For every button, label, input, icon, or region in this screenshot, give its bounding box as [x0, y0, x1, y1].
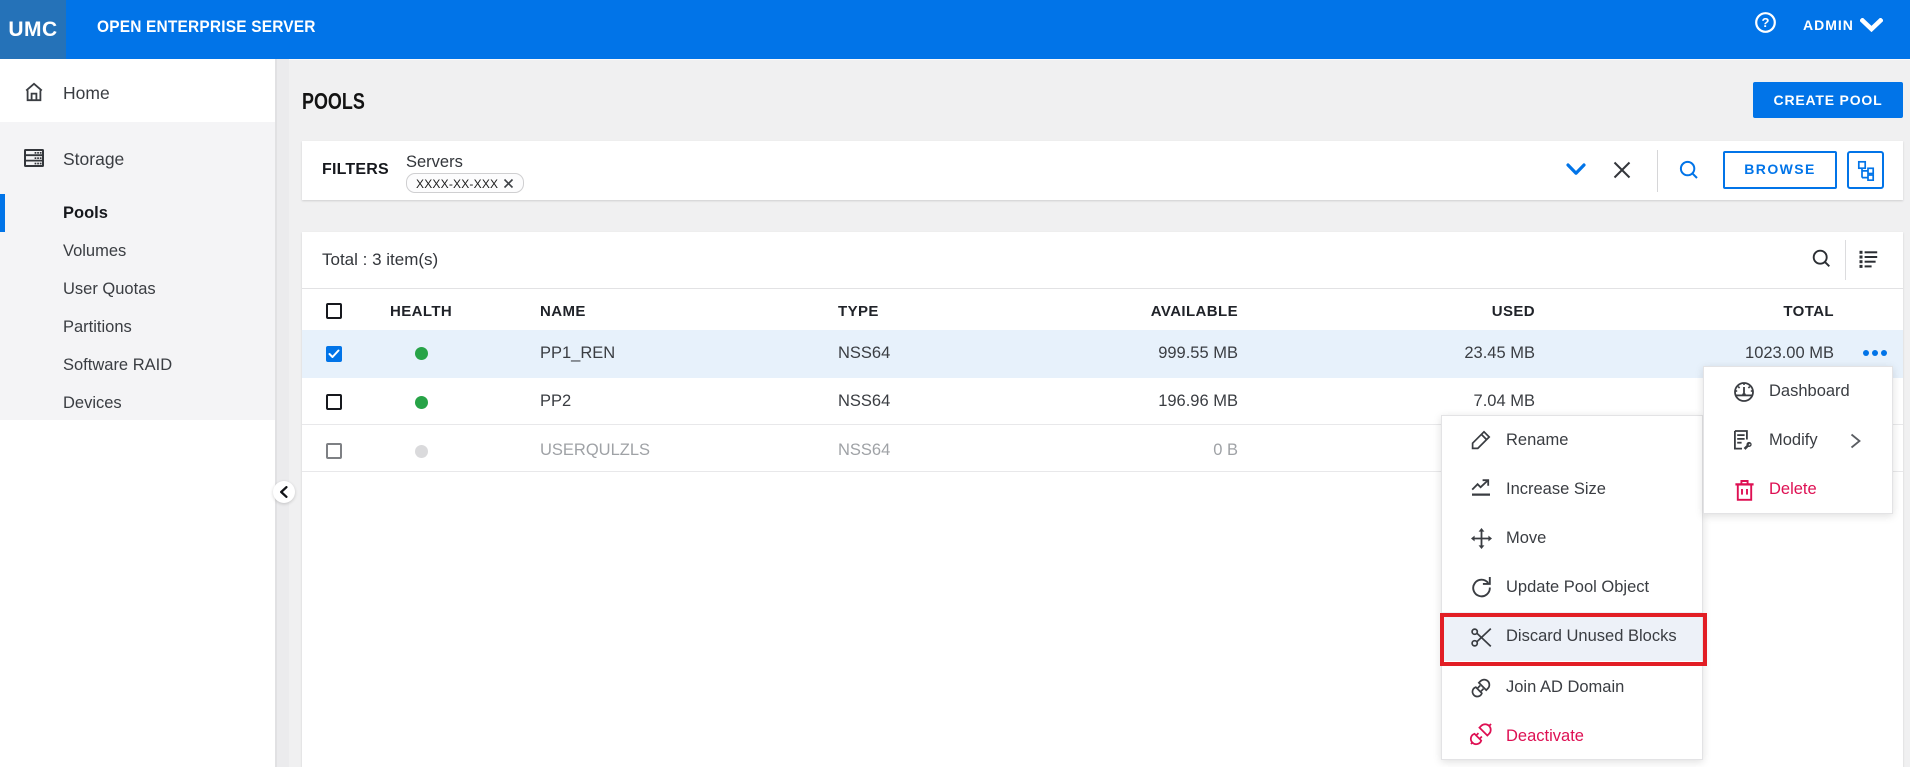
- svg-text:?: ?: [1762, 15, 1770, 30]
